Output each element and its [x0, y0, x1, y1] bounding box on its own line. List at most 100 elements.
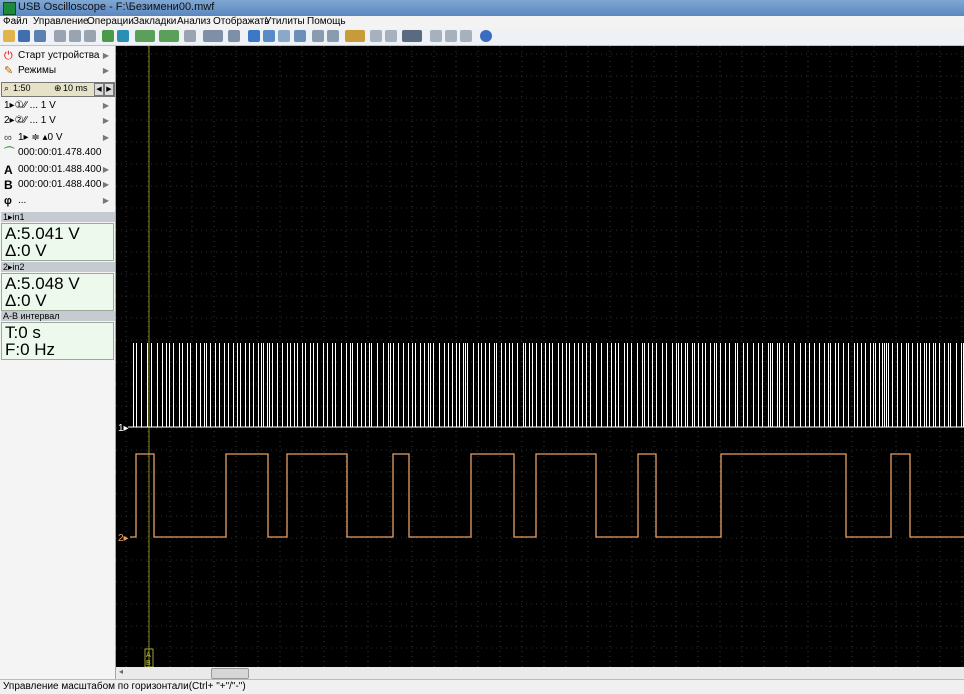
chevron-right-icon: ▶ [102, 133, 109, 142]
ch2-measure-header: 2▸in2 [1, 262, 115, 272]
cursor-b-icon: B [4, 178, 13, 192]
waveform-canvas[interactable]: 1▸ 2▸ A B [116, 46, 964, 667]
chevron-right-icon: ▶ [102, 180, 109, 189]
step-back-icon[interactable] [370, 30, 382, 42]
ab-period-value: T:0 s [5, 323, 41, 342]
monitor-icon[interactable] [203, 30, 223, 42]
cursor-b-time: 000:00:01.488.400 [18, 179, 102, 190]
zoom-window-icon[interactable] [327, 30, 339, 42]
scroll-left-icon[interactable]: ◂ [119, 667, 123, 676]
modes-icon: ✎ [4, 65, 14, 77]
check-icon[interactable] [248, 30, 260, 42]
timebase-icon: ⊕ [54, 83, 62, 93]
channel2-settings: 2▸②∕∕ ... 1 V [4, 115, 56, 126]
zoom-ratio[interactable]: 1:50 [13, 83, 31, 93]
cursor-a-tag: A [146, 652, 151, 659]
cursor-b-tag: B [146, 660, 151, 667]
menu-display[interactable]: Отображать [213, 16, 269, 27]
ch1-measure-header: 1▸in1 [1, 212, 115, 222]
chevron-right-icon: ▶ [102, 165, 109, 174]
menu-control[interactable]: Управление [33, 16, 89, 27]
phase-icon: φ [4, 195, 12, 207]
channel1-trace [128, 343, 964, 428]
phase-value: ... [18, 195, 27, 206]
help-icon[interactable] [480, 30, 492, 42]
channel1-marker[interactable]: 1▸ [118, 423, 129, 434]
timebase-left-button[interactable]: ◀ [94, 83, 104, 96]
chevron-right-icon: ▶ [102, 66, 109, 75]
cursor-icon[interactable] [102, 30, 114, 42]
trigger-fall-icon[interactable] [159, 30, 179, 42]
cursor-a-icon: A [4, 163, 13, 177]
window-title: USB Oscilloscope - F:\Безимени00.mwf [18, 1, 215, 13]
channel2-marker[interactable]: 2▸ [118, 533, 129, 544]
menu-bookmarks[interactable]: Закладки [133, 16, 176, 27]
ch1-delta-value: Δ:0 V [5, 241, 47, 260]
paste-icon[interactable] [69, 30, 81, 42]
settings-icon[interactable] [345, 30, 365, 42]
layout-icon[interactable] [402, 30, 422, 42]
step-forward-icon[interactable] [385, 30, 397, 42]
open-icon[interactable] [3, 30, 15, 42]
trigger-rise-icon[interactable] [135, 30, 155, 42]
channel1-row[interactable]: 1▸①∕∕ ... 1 V ▶ [0, 98, 115, 113]
menu-file[interactable]: Файл [3, 16, 28, 27]
modes-item[interactable]: ✎ Режимы ▶ [0, 63, 115, 78]
cursor-delta-row[interactable]: ⏜ 000:00:01.478.400 [0, 145, 115, 160]
grid [116, 46, 964, 667]
zoom-fit-icon[interactable] [312, 30, 324, 42]
cursor-a-row[interactable]: A 000:00:01.488.400 ▶ [0, 162, 115, 177]
save-icon[interactable] [18, 30, 30, 42]
document-icon[interactable] [294, 30, 306, 42]
delta-icon: ⏜ [4, 147, 15, 159]
check-clear-icon[interactable] [278, 30, 290, 42]
undo-icon[interactable] [184, 30, 196, 42]
zoom-icon: ⌕ [4, 83, 10, 93]
cursor-b-row[interactable]: B 000:00:01.488.400 ▶ [0, 177, 115, 192]
copy-icon[interactable] [54, 30, 66, 42]
status-bar: Управление масштабом по горизонтали(Ctrl… [0, 679, 964, 694]
chevron-right-icon: ▶ [102, 51, 109, 60]
oscilloscope-display[interactable]: 1▸ 2▸ A B [116, 46, 964, 667]
time-div[interactable]: 10 ms [63, 83, 88, 93]
ch2-delta-value: Δ:0 V [5, 291, 47, 310]
phase-row[interactable]: φ ... ▶ [0, 193, 115, 208]
power-icon: ⏻ [4, 50, 13, 62]
channel2-row[interactable]: 2▸②∕∕ ... 1 V ▶ [0, 113, 115, 128]
toolbar [0, 29, 964, 46]
control-panel: ⏻ Старт устройства ▶ ✎ Режимы ▶ ⌕ 1:50 ⊕… [0, 46, 116, 679]
ch2-a-value: A:5.048 V [5, 274, 80, 293]
chevron-right-icon: ▶ [102, 116, 109, 125]
chevron-right-icon: ▶ [102, 196, 109, 205]
ab-interval-box: T:0 s F:0 Hz [1, 322, 114, 360]
menu-bar: Файл Управление Операции Закладки Анализ… [0, 16, 964, 29]
export-icon[interactable] [84, 30, 96, 42]
ch2-measure-box: A:5.048 V Δ:0 V [1, 273, 114, 311]
start-device-item[interactable]: ⏻ Старт устройства ▶ [0, 48, 115, 63]
ab-interval-header: A-B интервал [1, 311, 115, 321]
trigger-row[interactable]: ∞ 1▸ ≑ ▴0 V ▶ [0, 130, 115, 145]
marker-icon[interactable] [117, 30, 129, 42]
panel1-icon[interactable] [430, 30, 442, 42]
ch1-a-value: A:5.041 V [5, 224, 80, 243]
channel1-settings: 1▸①∕∕ ... 1 V [4, 100, 56, 111]
panel3-icon[interactable] [460, 30, 472, 42]
filter-icon[interactable] [228, 30, 240, 42]
channel2-trace [130, 453, 964, 538]
menu-help[interactable]: Помощь [307, 16, 346, 27]
scrollbar-thumb[interactable] [211, 668, 249, 679]
menu-analysis[interactable]: Анализ [177, 16, 211, 27]
zoom-timebase-row: ⌕ 1:50 ⊕ 10 ms ◀ ▶ [1, 82, 115, 97]
trigger-icon: ∞ [4, 132, 12, 144]
menu-operations[interactable]: Операции [87, 16, 134, 27]
ch1-measure-box: A:5.041 V Δ:0 V [1, 223, 114, 261]
chevron-right-icon: ▶ [102, 101, 109, 110]
save-as-icon[interactable] [34, 30, 46, 42]
ab-frequency-value: F:0 Hz [5, 340, 56, 359]
check-all-icon[interactable] [263, 30, 275, 42]
horizontal-scrollbar[interactable]: ◂ [116, 667, 964, 679]
menu-utilities[interactable]: Утилиты [265, 16, 305, 27]
timebase-right-button[interactable]: ▶ [104, 83, 114, 96]
panel2-icon[interactable] [445, 30, 457, 42]
cursor-a-time: 000:00:01.488.400 [18, 164, 102, 175]
